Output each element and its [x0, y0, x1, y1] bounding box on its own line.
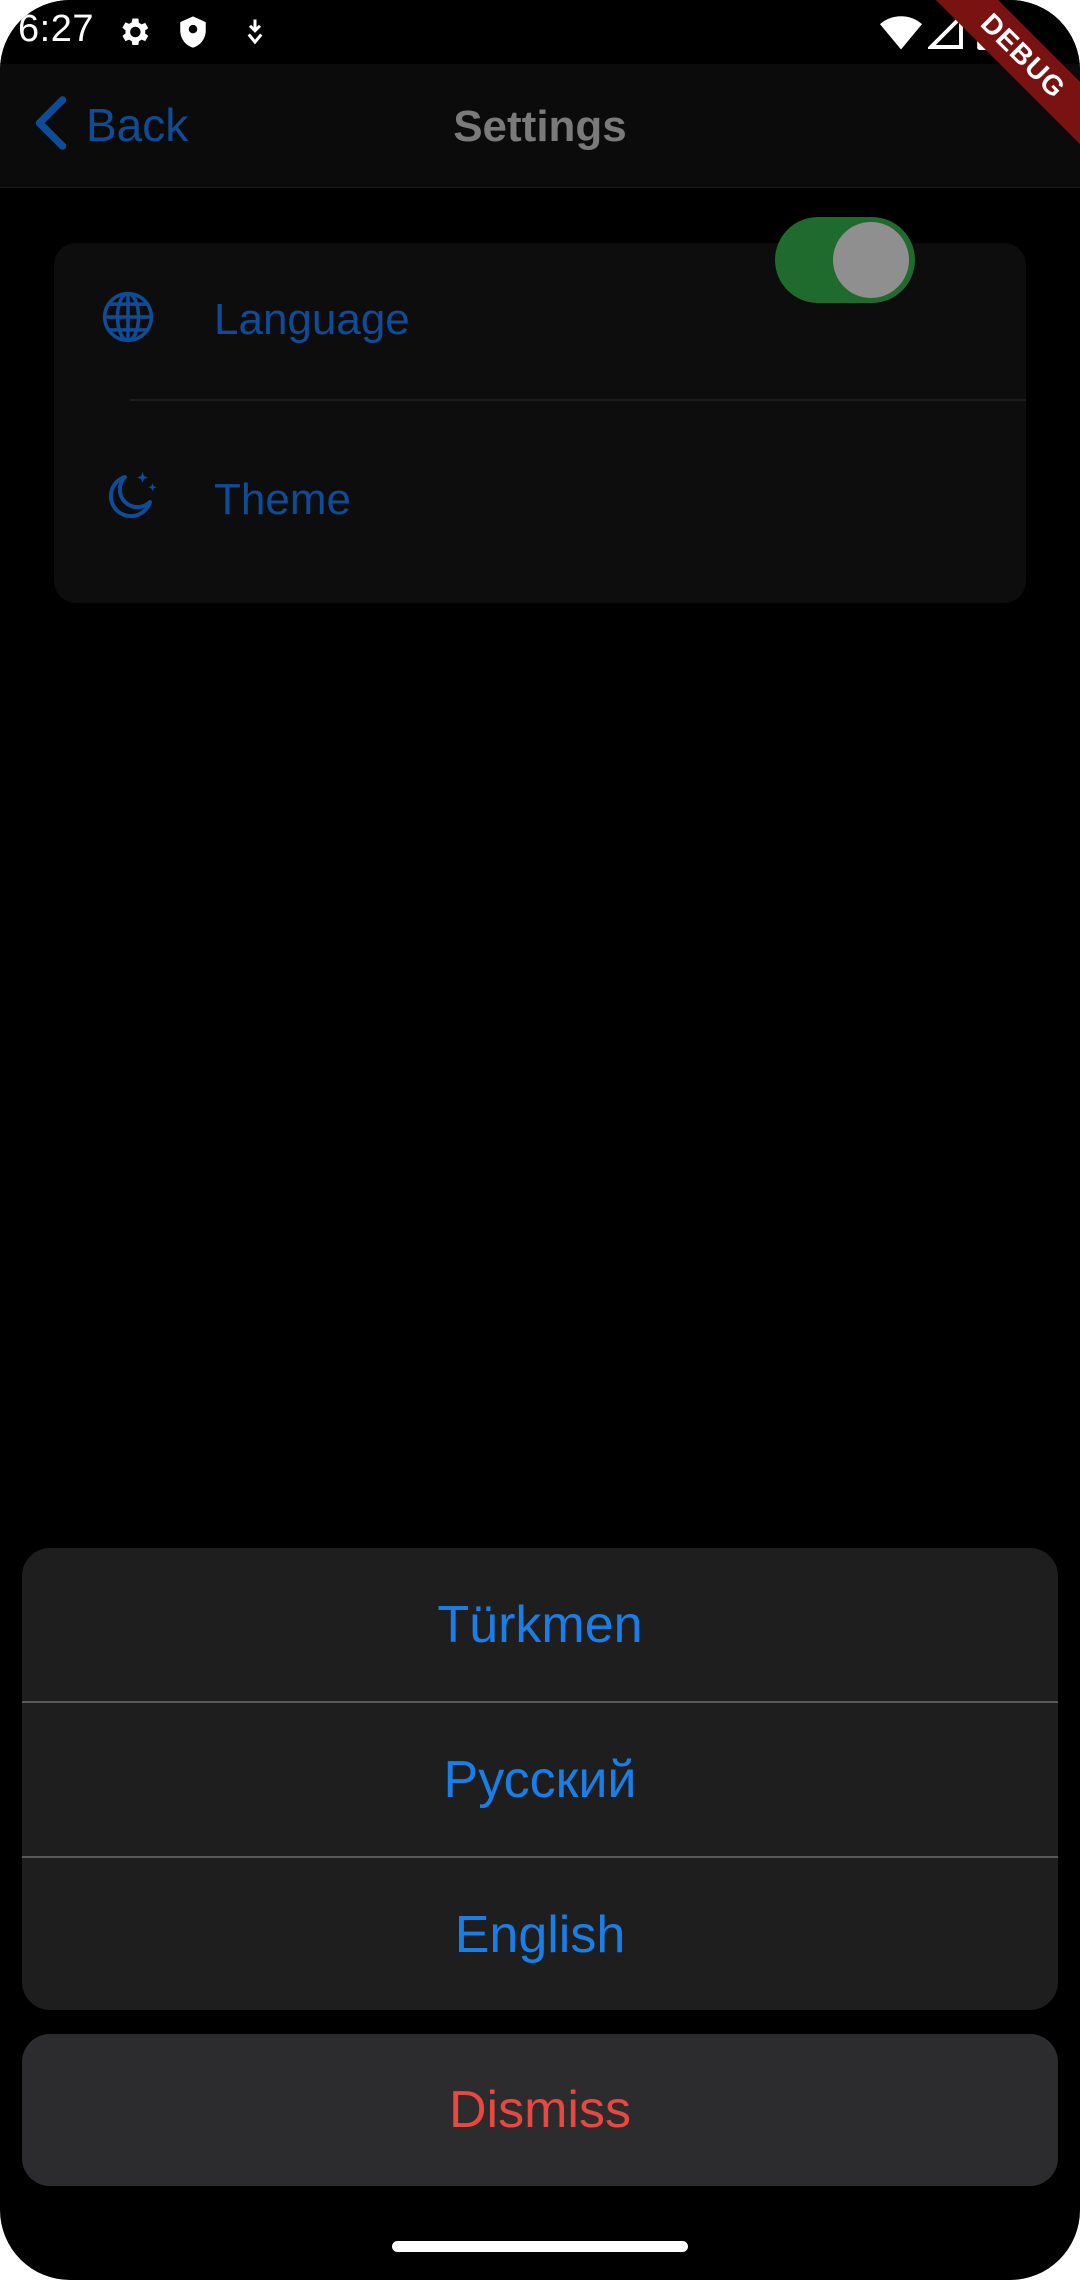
toggle-knob [833, 222, 909, 298]
moon-stars-icon [100, 467, 160, 532]
settings-item-label: Theme [214, 475, 351, 524]
language-action-sheet: Türkmen Русский English [22, 1548, 1058, 2010]
option-english[interactable]: English [22, 1858, 1058, 2010]
settings-item-theme[interactable]: Theme [54, 423, 1026, 603]
wifi-icon [880, 14, 922, 55]
phone-screen: 6:27 Back Settings DEBUG Language Theme … [0, 0, 1080, 2280]
row-divider [130, 399, 1026, 401]
home-indicator[interactable] [392, 2241, 688, 2252]
dismiss-button[interactable]: Dismiss [22, 2034, 1058, 2186]
settings-item-label: Language [214, 295, 410, 344]
gear-icon [116, 14, 152, 55]
shield-icon [176, 14, 210, 55]
status-bar: 6:27 [0, 0, 1080, 64]
option-turkmen[interactable]: Türkmen [22, 1548, 1058, 1702]
app-bar: Back Settings [0, 64, 1080, 188]
theme-toggle[interactable] [775, 217, 915, 303]
page-title: Settings [453, 102, 627, 151]
status-time: 6:27 [18, 8, 94, 50]
download-icon [240, 14, 270, 55]
option-russian[interactable]: Русский [22, 1703, 1058, 1857]
globe-icon [100, 289, 156, 350]
